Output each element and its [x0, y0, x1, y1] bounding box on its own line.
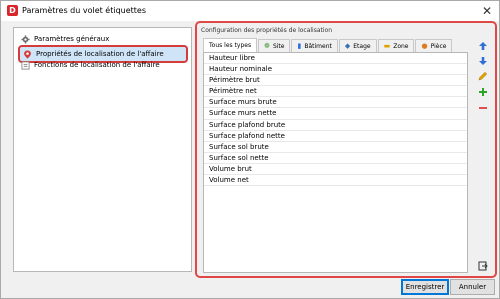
list-item[interactable]: Surface plafond brute: [204, 120, 467, 131]
building-icon: ▮: [297, 42, 302, 50]
list-item[interactable]: Surface plafond nette: [204, 131, 467, 142]
export-button[interactable]: [477, 261, 489, 273]
tab-label: Site: [272, 42, 285, 50]
settings-tree: Paramètres généraux Propriétés de locali…: [13, 27, 192, 272]
room-icon: ●: [421, 42, 428, 50]
list-item[interactable]: Hauteur nominale: [204, 64, 467, 76]
add-button[interactable]: [477, 87, 489, 99]
tab-label: Zone: [393, 42, 409, 50]
arrow-up-icon: [478, 42, 488, 54]
tab-site[interactable]: ❁ Site: [258, 39, 291, 52]
app-icon: D: [7, 5, 18, 16]
move-down-button[interactable]: [477, 56, 489, 68]
cancel-button[interactable]: Annuler: [450, 279, 495, 295]
remove-button[interactable]: [477, 103, 489, 115]
minus-icon: [478, 105, 488, 116]
site-icon: ❁: [264, 42, 270, 50]
gear-icon: [21, 34, 30, 44]
export-icon: [478, 261, 488, 274]
window-title: Paramètres du volet étiquettes: [22, 6, 147, 15]
arrow-down-icon: [478, 57, 488, 69]
list-item[interactable]: Surface murs brute: [204, 97, 467, 109]
floor-icon: ◆: [344, 42, 351, 50]
pencil-icon: [478, 71, 488, 84]
close-button[interactable]: ✕: [479, 3, 495, 19]
list-item[interactable]: Surface murs nette: [204, 108, 467, 120]
location-pin-icon: [23, 49, 32, 59]
tab-label: Tous les types: [209, 42, 252, 49]
zone-icon: ▬: [383, 42, 391, 50]
tab-zone[interactable]: ▬ Zone: [377, 39, 415, 52]
move-up-button[interactable]: [477, 41, 489, 53]
panel-title: Configuration des propriétés de localisa…: [201, 27, 333, 34]
list-item[interactable]: Surface sol nette: [204, 153, 467, 164]
list-item[interactable]: Surface sol brute: [204, 142, 467, 153]
list-item[interactable]: Périmètre net: [204, 86, 467, 98]
title-bar: D Paramètres du volet étiquettes ✕: [1, 1, 499, 21]
save-button[interactable]: Enregistrer: [401, 279, 449, 295]
list-item[interactable]: Volume brut: [204, 164, 467, 176]
plus-icon: [478, 88, 488, 100]
tab-room[interactable]: ● Pièce: [415, 39, 453, 52]
tab-floor[interactable]: ◆ Etage: [338, 39, 377, 52]
tab-label: Bâtiment: [304, 42, 332, 50]
dialog-window: D Paramètres du volet étiquettes ✕ Param…: [0, 0, 500, 299]
tree-item-label: Paramètres généraux: [34, 35, 110, 43]
tree-item-label: Propriétés de localisation de l'affaire: [36, 50, 164, 58]
list-item[interactable]: Hauteur libre: [204, 53, 467, 65]
tab-building[interactable]: ▮ Bâtiment: [291, 39, 338, 52]
list-item[interactable]: Volume net: [204, 175, 467, 187]
tree-item-location-functions[interactable]: Fonctions de localisation de l'affaire: [21, 59, 160, 71]
tab-label: Etage: [353, 42, 371, 50]
edit-button[interactable]: [477, 71, 489, 83]
function-icon: [21, 60, 30, 70]
tree-item-general[interactable]: Paramètres généraux: [21, 33, 109, 45]
tab-all-types[interactable]: Tous les types: [203, 38, 258, 52]
type-tabs: Tous les types ❁ Site ▮ Bâtiment ◆ Etage…: [203, 38, 453, 52]
list-item[interactable]: Périmètre brut: [204, 75, 467, 87]
property-list: Hauteur libre Hauteur nominale Périmètre…: [203, 52, 468, 273]
tab-label: Pièce: [430, 42, 447, 50]
location-properties-panel: Configuration des propriétés de localisa…: [195, 21, 497, 278]
tree-item-label: Fonctions de localisation de l'affaire: [34, 61, 160, 69]
